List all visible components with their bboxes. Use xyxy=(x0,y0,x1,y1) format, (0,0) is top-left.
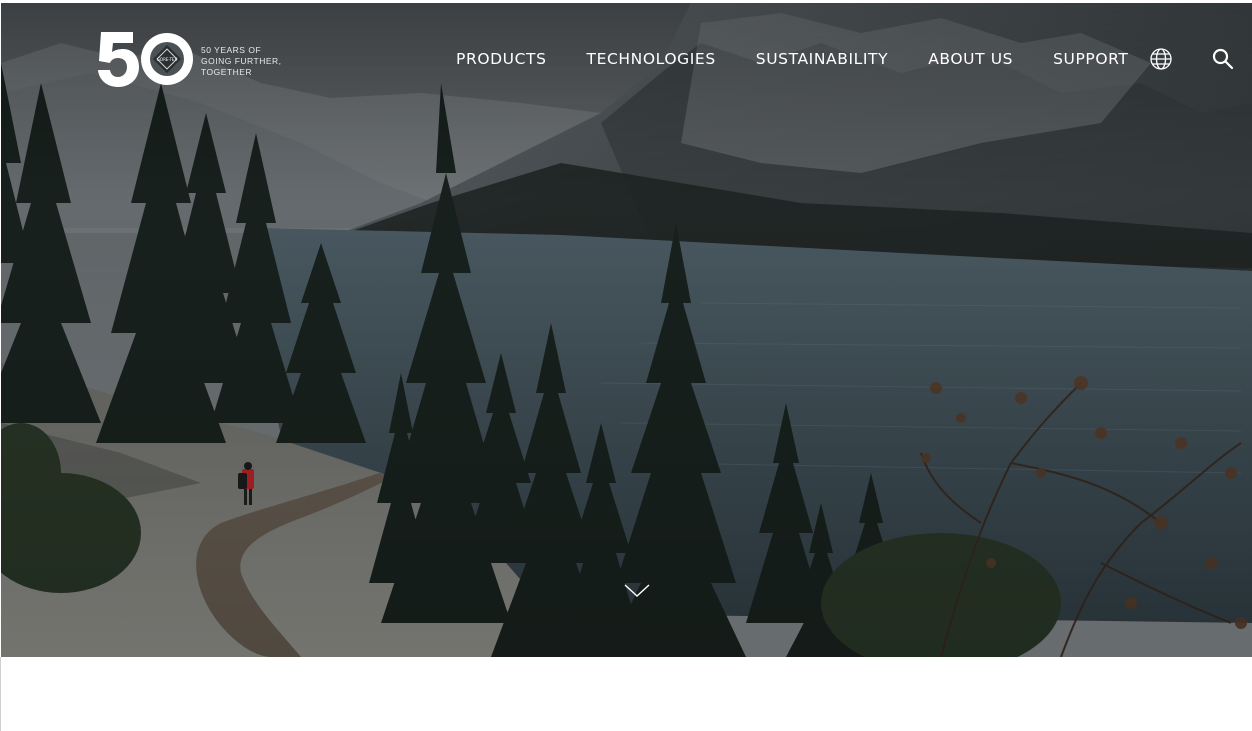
page: GORE-TEX 50 Years of Going Further, Toge… xyxy=(0,0,1252,731)
globe-icon[interactable] xyxy=(1149,47,1173,71)
nav-item-support[interactable]: SUPPORT xyxy=(1053,50,1128,68)
nav-item-products[interactable]: PRODUCTS xyxy=(456,50,547,68)
nav-item-technologies[interactable]: TECHNOLOGIES xyxy=(587,50,716,68)
page-left-border xyxy=(0,657,1,731)
logo-tagline: 50 Years of Going Further, Together xyxy=(201,45,282,78)
hero-banner: GORE-TEX 50 Years of Going Further, Toge… xyxy=(1,3,1252,657)
main-nav: PRODUCTS TECHNOLOGIES SUSTAINABILITY ABO… xyxy=(456,48,1128,70)
hero-landscape-image xyxy=(1,3,1252,657)
search-icon[interactable] xyxy=(1211,47,1235,71)
tagline-line-3: Together xyxy=(201,66,253,77)
chevron-down-icon[interactable] xyxy=(624,583,650,599)
tagline-line-1: 50 Years of xyxy=(201,44,262,55)
logo-50-mark: GORE-TEX xyxy=(97,30,197,88)
tagline-line-2: Going Further, xyxy=(201,55,282,66)
brand-logo[interactable]: GORE-TEX 50 Years of Going Further, Toge… xyxy=(97,30,282,88)
nav-item-sustainability[interactable]: SUSTAINABILITY xyxy=(756,50,888,68)
logo-badge-text: GORE-TEX xyxy=(157,57,178,62)
nav-item-about-us[interactable]: ABOUT US xyxy=(928,50,1013,68)
